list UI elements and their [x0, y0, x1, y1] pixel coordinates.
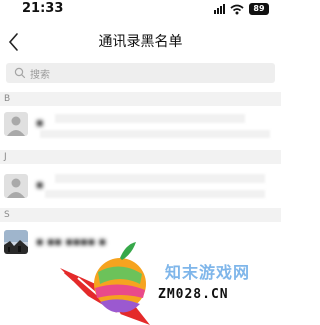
redacted-block	[40, 130, 270, 138]
redacted-block	[45, 190, 265, 198]
battery-icon: 89	[249, 3, 269, 15]
contact-item[interactable]: ▪	[0, 170, 281, 204]
search-input[interactable]: 搜索	[6, 63, 275, 83]
status-icons: 89	[214, 2, 269, 16]
avatar	[4, 230, 28, 254]
status-bar: 21:33 89	[0, 0, 281, 20]
contact-name: ▪	[36, 116, 44, 129]
cellular-signal-icon	[214, 4, 225, 14]
page-title: 通讯录黑名单	[98, 34, 183, 50]
search-icon	[14, 67, 26, 79]
watermark-title: 知末游戏网	[165, 263, 251, 282]
photo-avatar-icon	[4, 230, 28, 254]
section-header-b: B	[0, 92, 281, 106]
default-avatar-icon	[7, 178, 25, 198]
watermark-url: ZM028.CN	[158, 287, 229, 302]
nav-bar: 通讯录黑名单	[0, 28, 281, 56]
contact-name: ▪	[36, 178, 44, 191]
default-avatar-icon	[7, 116, 25, 136]
avatar	[4, 112, 28, 136]
redacted-block	[55, 174, 265, 183]
avatar	[4, 174, 28, 198]
status-time: 21:33	[22, 1, 64, 16]
wifi-icon	[230, 4, 244, 14]
section-header-j: J	[0, 150, 281, 164]
redacted-block	[55, 114, 245, 123]
contact-item[interactable]: ▪	[0, 108, 281, 142]
search-placeholder: 搜索	[30, 69, 50, 81]
section-header-s: S	[0, 208, 281, 222]
